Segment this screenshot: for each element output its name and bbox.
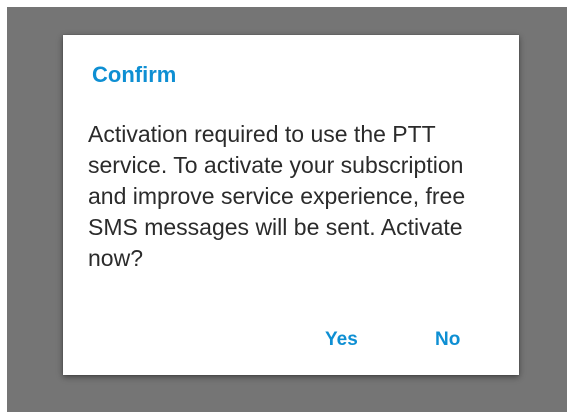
dialog-message: Activation required to use the PTT servi… [88,121,466,271]
yes-button[interactable]: Yes [317,323,366,357]
screen: Confirm Activation required to use the P… [0,0,567,412]
no-button[interactable]: No [427,323,468,357]
confirm-dialog: Confirm Activation required to use the P… [63,35,519,375]
dialog-title: Confirm [92,62,177,87]
dialog-actions: Yes No [63,323,519,357]
